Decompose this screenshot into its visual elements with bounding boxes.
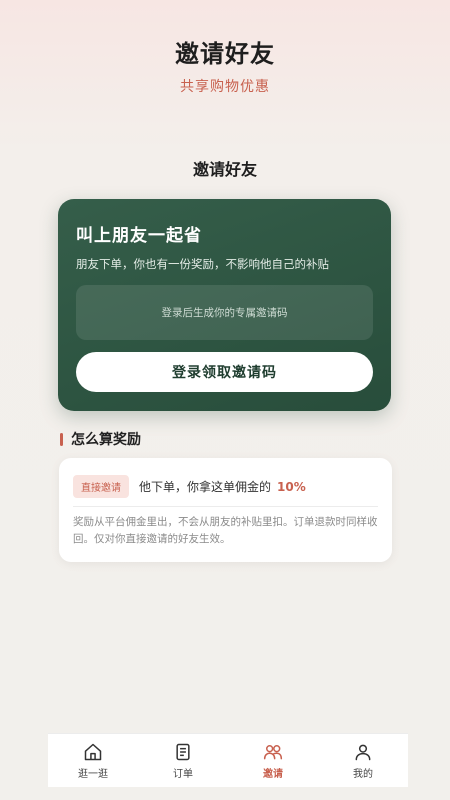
page-title: 邀请好友 bbox=[175, 40, 275, 68]
invite-card: 叫上朋友一起省 朋友下单，你也有一份奖励，不影响他自己的补贴 登录后生成你的专属… bbox=[58, 199, 391, 411]
section-accent-bar bbox=[60, 432, 63, 446]
reward-section-title: 怎么算奖励 bbox=[71, 432, 141, 448]
tab-orders-label: 订单 bbox=[173, 768, 193, 780]
tab-invite-label: 邀请 bbox=[263, 768, 283, 780]
page-header: 邀请好友 共享购物优惠 bbox=[0, 0, 450, 110]
invite-icon bbox=[263, 744, 283, 759]
reward-section-header: 怎么算奖励 bbox=[60, 429, 141, 449]
reward-rule-card: 直接邀请 他下单，你拿这单佣金的 10% 奖励从平台佣金里出，不会从朋友的补贴里… bbox=[59, 458, 392, 562]
tab-home-label: 逛一逛 bbox=[78, 768, 108, 780]
direct-invite-tag: 直接邀请 bbox=[73, 475, 129, 498]
tab-invite[interactable]: 邀请 bbox=[228, 734, 318, 787]
tab-profile[interactable]: 我的 bbox=[318, 734, 408, 787]
reward-note: 奖励从平台佣金里出，不会从朋友的补贴里扣。订单退款时同样收回。仅对你直接邀请的好… bbox=[73, 516, 378, 545]
bottom-tab-bar: 逛一逛 订单 邀请 我的 bbox=[48, 733, 408, 787]
reward-rate: 10% bbox=[277, 479, 306, 494]
reward-rule-text: 他下单，你拿这单佣金的 bbox=[139, 480, 272, 494]
home-icon bbox=[84, 743, 102, 760]
user-icon bbox=[355, 744, 371, 760]
tab-profile-label: 我的 bbox=[353, 768, 373, 780]
tab-orders[interactable]: 订单 bbox=[138, 734, 228, 787]
invite-code-placeholder: 登录后生成你的专属邀请码 bbox=[161, 307, 288, 319]
invite-code-box: 登录后生成你的专属邀请码 bbox=[76, 285, 373, 340]
login-get-code-button[interactable]: 登录领取邀请码 bbox=[76, 352, 373, 392]
invite-card-heading: 叫上朋友一起省 bbox=[76, 226, 202, 246]
divider bbox=[73, 506, 378, 507]
invite-card-description: 朋友下单，你也有一份奖励，不影响他自己的补贴 bbox=[76, 257, 329, 271]
tab-home[interactable]: 逛一逛 bbox=[48, 734, 138, 787]
order-icon bbox=[176, 743, 190, 760]
reward-rule-row: 直接邀请 他下单，你拿这单佣金的 10% bbox=[73, 475, 306, 498]
page-subtitle: 共享购物优惠 bbox=[180, 79, 270, 95]
section-title: 邀请好友 bbox=[192, 160, 257, 179]
